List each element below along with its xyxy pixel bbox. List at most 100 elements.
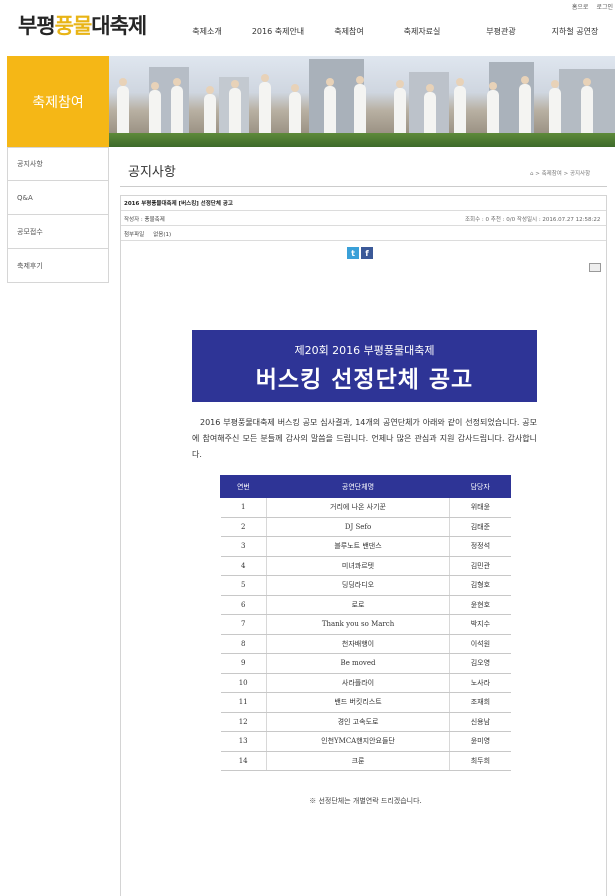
- divider: [121, 240, 606, 241]
- table-header-row: 연번 공연단체명 담당자: [220, 475, 511, 498]
- nav-item-participate[interactable]: 축제참여: [317, 26, 381, 40]
- table-row: 12 경인 고속도로 신용남: [220, 711, 511, 732]
- post-subject: 2016 부평풍물대축제 [버스킹] 선정단체 공고: [124, 201, 233, 207]
- col-header-no: 연번: [220, 475, 267, 498]
- table-row: 9 Be moved 김오영: [220, 653, 511, 674]
- cell-no: 1: [220, 497, 267, 518]
- cell-no: 4: [220, 555, 267, 576]
- cell-team: 딩딩라디오: [265, 575, 450, 596]
- col-header-team: 공연단체명: [265, 475, 451, 498]
- col-header-manager: 담당자: [449, 475, 511, 498]
- cell-no: 5: [220, 575, 267, 596]
- breadcrumb: ⌂ > 축제참여 > 공지사항: [530, 171, 591, 177]
- table-row: 13 인천YMCA핸지안요들단 윤미영: [220, 731, 511, 752]
- facebook-share-icon[interactable]: f: [361, 247, 373, 259]
- notice-banner: 제20회 2016 부평풍물대축제 버스킹 선정단체 공고: [192, 330, 537, 402]
- cell-team: 크룬: [265, 750, 450, 771]
- table-row: 10 사라플라이 노사라: [220, 672, 511, 693]
- nav-item-intro[interactable]: 축제소개: [175, 26, 239, 40]
- selected-teams-table: 연번 공연단체명 담당자 1 거리에 나온 사기꾼 위태윤 2 DJ Sefo 김태준 3 블…: [220, 475, 511, 771]
- twitter-share-icon[interactable]: t: [347, 247, 359, 259]
- print-icon[interactable]: [589, 263, 601, 272]
- cell-no: 7: [220, 614, 267, 635]
- table-row: 3 블루노트 밴댄스 정정석: [220, 536, 511, 557]
- cell-team: 사라플라이: [265, 672, 450, 693]
- cell-no: 12: [220, 711, 267, 732]
- cell-no: 8: [220, 633, 267, 654]
- divider: [121, 225, 606, 226]
- notice-title: 버스킹 선정단체 공고: [255, 367, 474, 393]
- cell-team: Thank you so March: [265, 614, 450, 635]
- cell-team: 인천YMCA핸지안요들단: [265, 731, 450, 752]
- logo-part-2: 풍물: [54, 14, 93, 38]
- cell-team: 경인 고속도로: [265, 711, 450, 732]
- post-writer: 작성자 : 풍물축제: [124, 217, 165, 223]
- banner-image: [109, 56, 615, 147]
- title-divider: [120, 186, 607, 187]
- table-row: 11 밴드 버킷리스트 조재희: [220, 692, 511, 713]
- table-row: 7 Thank you so March 박지수: [220, 614, 511, 635]
- table-row: 8 천자배행이 이석원: [220, 633, 511, 654]
- attach-label: 첨부파일: [124, 232, 145, 238]
- nav-item-2016-info[interactable]: 2016 축제안내: [239, 26, 317, 40]
- cell-manager: 김민관: [449, 555, 511, 576]
- cell-manager: 위태윤: [449, 497, 511, 518]
- cell-manager: 윤현호: [449, 594, 511, 615]
- cell-team: DJ Sefo: [265, 516, 450, 537]
- post-attachments: 첨부파일 없음(1): [124, 230, 171, 238]
- table-row: 1 거리에 나온 사기꾼 위태윤: [220, 497, 511, 518]
- util-links: 홈으로 로그인: [556, 2, 613, 14]
- cell-no: 2: [220, 516, 267, 537]
- left-menu-review[interactable]: 축제후기: [7, 249, 109, 283]
- page-title: 공지사항: [128, 165, 176, 180]
- main-nav: 축제소개 2016 축제안내 축제참여 축제자료실 부평관광 지하철 공연장: [175, 26, 615, 40]
- cell-manager: 박지수: [449, 614, 511, 635]
- table-row: 5 딩딩라디오 김형호: [220, 575, 511, 596]
- left-menu-qna[interactable]: Q&A: [7, 181, 109, 215]
- notice-body: 2016 부평풍물대축제 버스킹 공모 심사결과, 14개의 공연단체가 아래와…: [192, 418, 537, 459]
- cell-team: 블루노트 밴댄스: [265, 536, 450, 557]
- cell-manager: 이석원: [449, 633, 511, 654]
- cell-manager: 김형호: [449, 575, 511, 596]
- cell-manager: 조재희: [449, 692, 511, 713]
- cell-team: 미녀콰르텟: [265, 555, 450, 576]
- cell-manager: 신용남: [449, 711, 511, 732]
- site-logo[interactable]: 부평풍물대축제: [18, 10, 147, 38]
- cell-manager: 노사라: [449, 672, 511, 693]
- section-title-box: 축제참여: [7, 56, 109, 147]
- cell-team: 로로: [265, 594, 450, 615]
- cell-team: 밴드 버킷리스트: [265, 692, 450, 713]
- cell-team: Be moved: [265, 653, 450, 674]
- cell-no: 13: [220, 731, 267, 752]
- footnote: ※ 선정단체는 개별연락 드리겠습니다.: [309, 797, 422, 805]
- cell-manager: 윤미영: [449, 731, 511, 752]
- post-meta: 조회수 : 0 추천 : 0/0 작성일시 : 2016.07.27 12:58…: [465, 217, 601, 223]
- cell-manager: 김오영: [449, 653, 511, 674]
- table-row: 4 미녀콰르텟 김민관: [220, 555, 511, 576]
- table-row: 6 로로 윤현호: [220, 594, 511, 615]
- notice-subtitle: 제20회 2016 부평풍물대축제: [294, 344, 435, 357]
- divider: [121, 210, 606, 211]
- nav-item-tourism[interactable]: 부평관광: [463, 26, 539, 40]
- cell-manager: 최두희: [449, 750, 511, 771]
- cell-no: 11: [220, 692, 267, 713]
- left-menu-submission[interactable]: 공모접수: [7, 215, 109, 249]
- cell-team: 거리에 나온 사기꾼: [265, 497, 450, 518]
- attach-link[interactable]: 없음(1): [153, 230, 171, 238]
- logo-part-1: 부평: [18, 14, 56, 38]
- cell-manager: 김태준: [449, 516, 511, 537]
- left-menu-notice[interactable]: 공지사항: [7, 147, 109, 181]
- table-row: 2 DJ Sefo 김태준: [220, 516, 511, 537]
- home-link[interactable]: 홈으로: [572, 2, 589, 14]
- cell-no: 10: [220, 672, 267, 693]
- cell-no: 14: [220, 750, 267, 771]
- nav-item-subway-stage[interactable]: 지하철 공연장: [539, 26, 611, 40]
- cell-no: 6: [220, 594, 267, 615]
- login-link[interactable]: 로그인: [596, 2, 613, 14]
- logo-part-3: 대축제: [91, 14, 147, 38]
- cell-manager: 정정석: [449, 536, 511, 557]
- cell-team: 천자배행이: [265, 633, 450, 654]
- cell-no: 9: [220, 653, 267, 674]
- table-row: 14 크룬 최두희: [220, 750, 511, 771]
- nav-item-archive[interactable]: 축제자료실: [381, 26, 463, 40]
